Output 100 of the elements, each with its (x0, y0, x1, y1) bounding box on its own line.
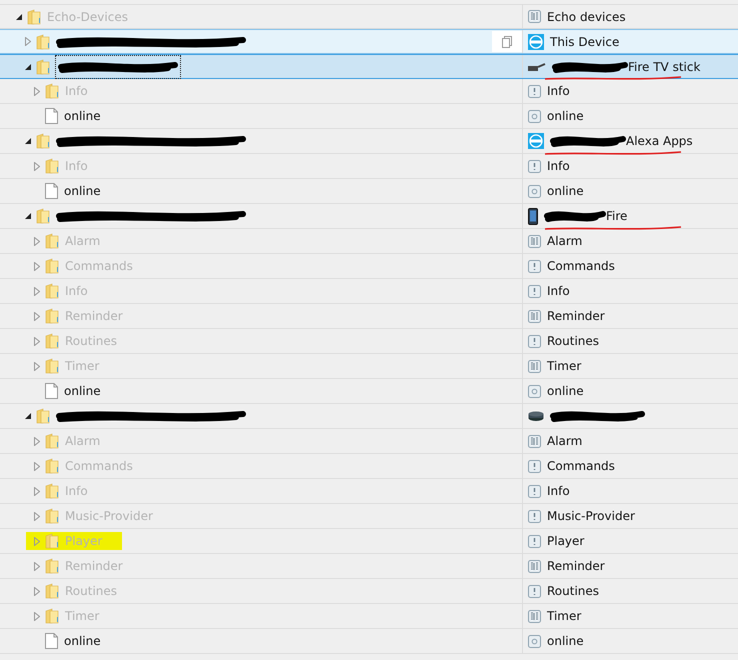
speaker-icon (528, 411, 544, 421)
folder-icon (36, 133, 50, 149)
tree-row[interactable]: online online (0, 379, 738, 404)
tree-label: Timer (65, 608, 100, 625)
apps-icon (528, 133, 544, 149)
tree-label: Routines (65, 333, 118, 350)
expand-arrow-icon[interactable] (34, 462, 40, 470)
folder-icon (36, 34, 50, 50)
expand-arrow-icon[interactable] (34, 562, 40, 570)
tree-row[interactable]: Commands Commands (0, 254, 738, 279)
exclamation-icon (528, 460, 541, 472)
object-name: Alarm (547, 233, 582, 250)
object-name: Echo devices (547, 8, 626, 26)
tree-row[interactable]: online online (0, 104, 738, 129)
tree-row[interactable]: Reminder Reminder (0, 554, 738, 579)
collapse-arrow-icon[interactable] (24, 213, 30, 219)
exclamation-icon (528, 510, 541, 522)
object-name: online (547, 633, 584, 650)
grid-icon (528, 234, 541, 248)
folder-icon (45, 308, 59, 324)
tree-row[interactable]: Info Info (0, 279, 738, 304)
tree-row[interactable]: online online (0, 179, 738, 204)
expand-arrow-icon[interactable] (34, 512, 40, 520)
expand-arrow-icon[interactable] (34, 286, 40, 296)
tree-row[interactable]: Info Info (0, 479, 738, 504)
tree-row[interactable]: Fire (0, 204, 738, 229)
object-name: Timer (547, 608, 582, 625)
expand-arrow-icon[interactable] (34, 612, 40, 620)
tree-row[interactable]: Info Info (0, 79, 738, 104)
exclamation-icon (528, 160, 541, 172)
collapse-arrow-icon[interactable] (24, 413, 30, 419)
folder-icon (45, 333, 59, 349)
tree-label: Info (65, 83, 88, 100)
folder-icon (45, 433, 59, 449)
expand-arrow-icon[interactable] (34, 312, 40, 320)
copy-button[interactable] (492, 31, 522, 52)
tree-label: Commands (65, 458, 133, 475)
folder-icon (45, 483, 59, 499)
tree-label: online (64, 183, 101, 200)
expand-arrow-icon[interactable] (34, 436, 40, 446)
expand-arrow-icon[interactable] (34, 486, 40, 496)
tree-row[interactable]: Alarm Alarm (0, 429, 738, 454)
tree-row[interactable]: online online (0, 629, 738, 654)
object-name: online (547, 383, 584, 400)
object-name: online (547, 108, 584, 125)
tree-label: Alarm (65, 433, 100, 450)
collapse-arrow-icon[interactable] (24, 138, 30, 144)
expand-arrow-icon[interactable] (34, 536, 40, 546)
expand-arrow-icon[interactable] (34, 586, 40, 596)
exclamation-icon (528, 84, 541, 98)
object-name: Player (547, 533, 584, 550)
tree-label: Reminder (65, 308, 123, 325)
folder-icon (45, 233, 59, 249)
expand-arrow-icon[interactable] (34, 262, 40, 270)
tree-row[interactable]: Reminder Reminder (0, 304, 738, 329)
tree-row[interactable]: This Device (0, 29, 738, 54)
collapse-arrow-icon[interactable] (16, 14, 22, 20)
object-name: Fire TV stick (628, 58, 700, 76)
tree-row[interactable] (0, 404, 738, 429)
object-name: Info (547, 83, 570, 100)
tree-label: Routines (65, 583, 118, 600)
tree-row[interactable]: Fire TV stick (0, 54, 738, 79)
expand-arrow-icon[interactable] (34, 336, 40, 346)
tree-row[interactable]: Player Player (0, 529, 738, 554)
object-name: Timer (547, 358, 582, 375)
object-name: online (547, 183, 584, 200)
tree-label: online (64, 383, 101, 400)
object-name: Info (547, 483, 570, 500)
collapse-arrow-icon[interactable] (24, 64, 30, 70)
tree-row[interactable]: Info Info (0, 154, 738, 179)
tree-label: Info (65, 158, 88, 175)
phone-icon (528, 208, 538, 224)
folder-icon (45, 83, 59, 99)
tree-label: online (64, 633, 101, 650)
tree-label: Info (65, 283, 88, 300)
tree-row[interactable]: Music-Provider Music-Provider (0, 504, 738, 529)
tree-row[interactable]: Routines Routines (0, 329, 738, 354)
folder-icon (36, 408, 50, 424)
grid-icon (528, 360, 541, 372)
exclamation-icon (528, 534, 541, 548)
expand-arrow-icon[interactable] (34, 162, 40, 170)
tree-label: Alarm (65, 233, 100, 250)
folder-icon (36, 208, 50, 224)
expand-arrow-icon[interactable] (34, 86, 40, 96)
folder-icon (27, 8, 41, 24)
exclamation-icon (528, 584, 541, 598)
object-name: Alexa Apps (626, 133, 693, 150)
folder-icon (45, 358, 59, 374)
tree-row[interactable]: Commands Commands (0, 454, 738, 479)
expand-arrow-icon[interactable] (34, 236, 40, 246)
tree-row[interactable]: Alexa Apps (0, 129, 738, 154)
grid-icon (528, 610, 541, 622)
tree-row[interactable]: Routines Routines (0, 579, 738, 604)
tree-row[interactable]: Timer Timer (0, 604, 738, 629)
object-name: Alarm (547, 433, 582, 450)
expand-arrow-icon[interactable] (34, 362, 40, 370)
tree-row[interactable]: Timer Timer (0, 354, 738, 379)
expand-arrow-icon[interactable] (24, 37, 30, 46)
tree-row[interactable]: Alarm Alarm (0, 229, 738, 254)
object-name: Reminder (547, 308, 605, 325)
